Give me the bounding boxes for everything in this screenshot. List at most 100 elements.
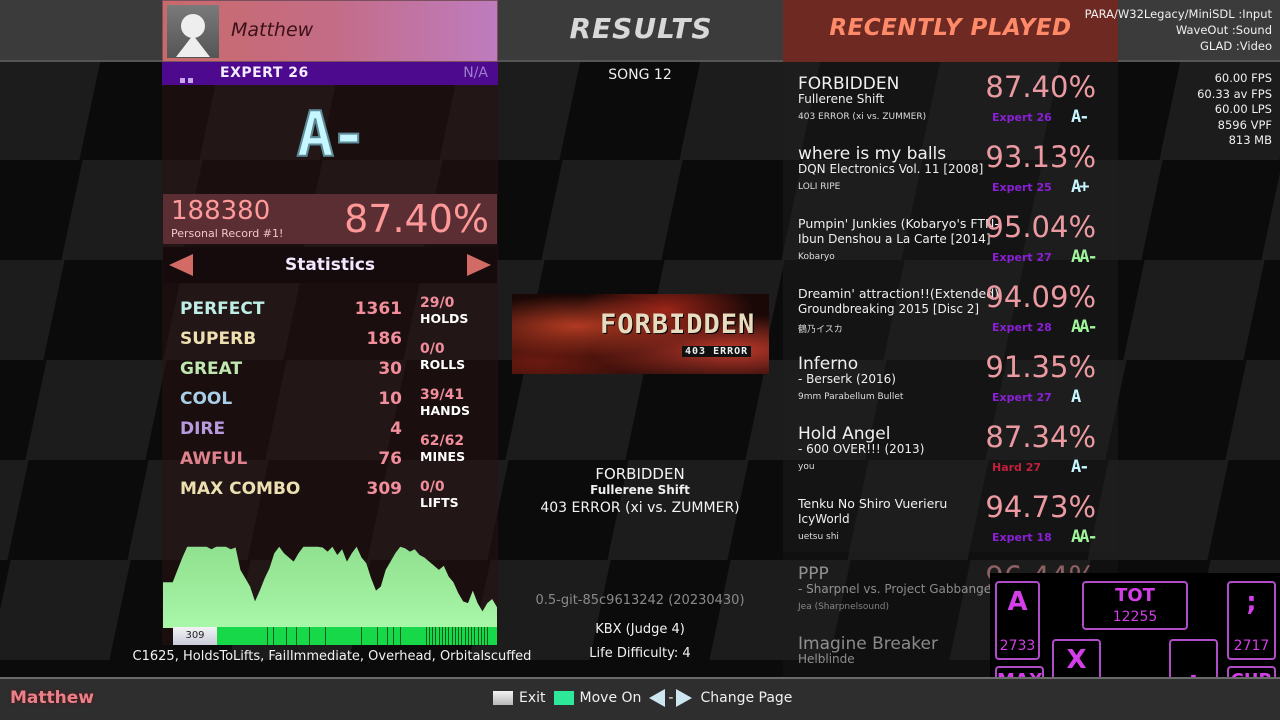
grade: A-: [296, 97, 369, 172]
next-page-arrow-icon[interactable]: [467, 254, 491, 276]
recent-title: Tenku No Shiro Vuerieru: [798, 496, 948, 511]
score-box: 188380 Personal Record #1! 87.40%: [163, 194, 497, 244]
banner-subtitle: 403 ERROR: [682, 346, 752, 357]
exit-button[interactable]: Exit: [519, 690, 546, 706]
max-combo-label: 309: [185, 630, 205, 641]
combo-break-mark: [467, 627, 469, 645]
recent-subtitle: Helblinde: [798, 652, 855, 666]
score: 188380: [171, 196, 271, 226]
combo-break-mark: [445, 627, 447, 645]
player-card: Matthew: [162, 0, 498, 62]
judgment-count: 1361: [354, 299, 402, 319]
max-combo-segment: 309: [173, 627, 217, 645]
recent-item[interactable]: Hold Angel - 600 OVER!!! (2013) you 87.34% H…: [783, 412, 1118, 482]
total-count: 12255: [1112, 609, 1158, 625]
combo-break-mark: [435, 627, 437, 645]
combo-break-mark: [454, 627, 456, 645]
recent-artist: Kobaryo: [798, 252, 835, 262]
radar-stat: 0/0 LIFTS: [420, 479, 500, 511]
combo-break-mark: [296, 627, 298, 645]
combo-break-mark: [487, 627, 489, 645]
recent-percent: 87.34%: [985, 420, 1096, 454]
combo-break-mark: [286, 627, 288, 645]
combo-break-mark: [464, 627, 466, 645]
recent-item[interactable]: Inferno - Berserk (2016) 9mm Parabellum Bu…: [783, 342, 1118, 412]
judgment-count: 76: [378, 449, 402, 469]
life-graph: [163, 546, 497, 628]
judgment-label: MAX COMBO: [180, 479, 301, 499]
recent-percent: 94.09%: [985, 280, 1096, 314]
change-page-button[interactable]: Change Page: [700, 690, 792, 706]
checker-tile: [25, 360, 167, 460]
recent-artist: Jea (Sharpnelsound): [798, 602, 889, 612]
judgment-count: 186: [366, 329, 403, 349]
combo-break-mark: [474, 627, 476, 645]
combo-break-mark: [266, 627, 268, 645]
recent-percent: 87.40%: [985, 70, 1096, 104]
song-number: SONG 12: [608, 67, 672, 83]
combo-break-mark: [477, 627, 479, 645]
checker-tile: [0, 60, 101, 160]
personal-record-label: Personal Record #1!: [171, 227, 284, 240]
judgment-label: DIRE: [180, 419, 226, 439]
combo-break-mark: [428, 627, 430, 645]
combo-break-mark: [438, 627, 440, 645]
recent-subtitle: - 600 OVER!!! (2013): [798, 442, 925, 456]
key-a-count: 2733: [999, 638, 1036, 654]
recent-percent: 91.35%: [985, 350, 1096, 384]
judgment-label: COOL: [180, 389, 233, 409]
input-driver: PARA/W32Legacy/MiniSDL :Input: [1084, 7, 1272, 21]
recent-percent: 94.73%: [985, 490, 1096, 524]
avatar-icon: [167, 5, 219, 58]
page-title: RESULTS: [569, 12, 713, 45]
judgment-row: DIRE 4: [180, 419, 402, 443]
sound-driver: WaveOut :Sound: [1175, 23, 1272, 37]
recent-item[interactable]: where is my balls DQN Electronics Vol. 11…: [783, 132, 1118, 202]
system-info: PARA/W32Legacy/MiniSDL :Input WaveOut :S…: [1085, 6, 1272, 54]
judgment-count: 30: [378, 359, 402, 379]
radar-value: 0/0: [420, 341, 445, 357]
radar-stat: 0/0 ROLLS: [420, 341, 500, 373]
judgment-label: SUPERB: [180, 329, 257, 349]
checker-tile: [0, 460, 29, 560]
recent-title: Imagine Breaker: [798, 634, 938, 654]
recent-item[interactable]: Dreamin' attraction!!(Extended) Groundbre…: [783, 272, 1118, 342]
video-driver: GLAD :Video: [1199, 39, 1272, 53]
combo-break-mark: [451, 627, 453, 645]
move-on-button[interactable]: Move On: [580, 690, 642, 706]
player-name: Matthew: [231, 19, 314, 41]
recent-artist: uetsu shi: [798, 532, 839, 542]
recent-title: PPP: [798, 564, 829, 584]
combo-graph: 309: [173, 627, 497, 645]
judgment-row: SUPERB 186: [180, 329, 402, 353]
song-subtitle: Fullerene Shift: [590, 483, 690, 497]
radar-value: 39/41: [420, 387, 465, 403]
recent-difficulty: Expert 27: [992, 251, 1052, 264]
judgment-count: 10: [378, 389, 402, 409]
key-x-label: X: [1066, 645, 1087, 675]
recently-played-title: RECENTLY PLAYED: [829, 15, 1072, 41]
combo-break-mark: [325, 627, 327, 645]
checker-tile: [1261, 160, 1280, 260]
combo-break-mark: [309, 627, 311, 645]
combo-break-mark: [458, 627, 460, 645]
recent-subtitle: Groundbreaking 2015 [Disc 2]: [798, 302, 980, 316]
recent-artist: 鶴乃イスカ: [798, 325, 843, 335]
fps: 60.00 FPS: [1214, 71, 1272, 85]
key-a-box: A 2733: [995, 581, 1040, 660]
song-artist: 403 ERROR (xi vs. ZUMMER): [540, 500, 740, 516]
combo-break-mark: [377, 627, 379, 645]
checker-tile: [1225, 360, 1280, 460]
recent-grade: A: [1071, 387, 1081, 407]
recent-item[interactable]: FORBIDDEN Fullerene Shift 403 ERROR (xi vs…: [783, 62, 1118, 132]
song-title: FORBIDDEN: [595, 465, 685, 483]
combo-break-mark: [386, 627, 388, 645]
recent-item[interactable]: Tenku No Shiro Vuerieru IcyWorld uetsu shi…: [783, 482, 1118, 552]
recent-item[interactable]: Pumpin' Junkies (Kobaryo's FTN-Remix)Ibu…: [783, 202, 1118, 272]
recent-subtitle: Ibun Denshou a La Carte [2014]: [798, 232, 991, 246]
combo-break-mark: [393, 627, 395, 645]
vpf: 8596 VPF: [1217, 117, 1272, 132]
judgment-row: AWFUL 76: [180, 449, 402, 473]
results-screen: Matthew RESULTS RECENTLY PLAYED PARA/W32…: [0, 0, 1280, 720]
statistics-title: Statistics: [284, 255, 376, 275]
